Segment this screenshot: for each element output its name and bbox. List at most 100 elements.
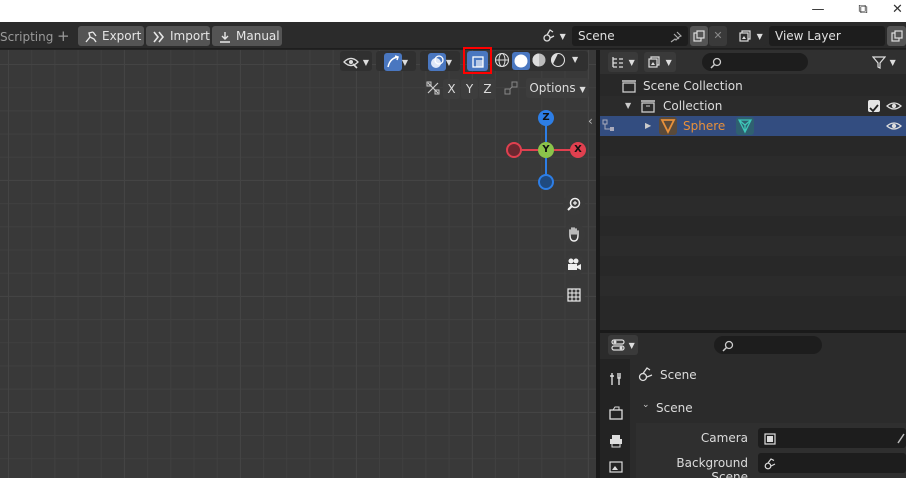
outliner-row-scene-collection[interactable]: Scene Collection bbox=[600, 76, 906, 96]
output-tab[interactable] bbox=[604, 429, 628, 453]
outliner-empty-row bbox=[600, 156, 906, 176]
eye-pointer-icon bbox=[343, 54, 363, 69]
restore-button[interactable]: ⧉ bbox=[848, 0, 878, 22]
outliner-row-collection[interactable]: ▼ Collection bbox=[600, 96, 906, 116]
xray-toggle-button[interactable] bbox=[467, 51, 488, 71]
chevron-down-icon: ▼ bbox=[579, 85, 586, 94]
view-layer-browse-button[interactable]: ▼ bbox=[735, 26, 767, 46]
pin-icon[interactable] bbox=[670, 26, 682, 46]
expand-down-icon[interactable]: ▼ bbox=[625, 96, 631, 116]
outliner-icon bbox=[611, 55, 629, 68]
rendered-shading-button[interactable] bbox=[550, 52, 568, 70]
filter-icon bbox=[872, 55, 890, 69]
chevron-down-icon: ▼ bbox=[889, 58, 896, 67]
render-tab[interactable] bbox=[604, 401, 628, 425]
minimize-button[interactable]: — bbox=[803, 0, 833, 22]
properties-editor-type-button[interactable]: ▼ bbox=[608, 335, 638, 355]
overlays-toggle-button[interactable]: ▼ bbox=[420, 51, 460, 71]
wrench-screwdriver-icon bbox=[609, 371, 623, 386]
outliner-header: ▼ ▼ ▼ bbox=[600, 50, 906, 74]
duplicate-icon bbox=[890, 29, 903, 42]
workspace-tab-scripting[interactable]: Scripting bbox=[0, 30, 53, 44]
render-layers-icon bbox=[739, 29, 757, 42]
mirror-x-toggle[interactable]: X bbox=[443, 79, 460, 99]
outliner-empty-row bbox=[600, 276, 906, 296]
3d-viewport[interactable]: ▼ ▼ ▼ ▼ X Y Z Options ▼ ‹ Z X Y bbox=[0, 47, 596, 478]
options-dropdown[interactable]: Options ▼ bbox=[526, 78, 589, 98]
new-scene-button[interactable] bbox=[690, 26, 708, 46]
new-view-layer-button[interactable] bbox=[887, 26, 906, 46]
eyedropper-icon[interactable] bbox=[896, 428, 906, 448]
outliner-search-input[interactable] bbox=[702, 53, 808, 71]
visibility-selectability-button[interactable]: ▼ bbox=[340, 51, 372, 71]
delete-scene-button[interactable]: ✕ bbox=[709, 26, 727, 46]
topology-mirror-icon[interactable] bbox=[503, 80, 519, 99]
background-scene-field[interactable] bbox=[758, 453, 906, 473]
add-workspace-button[interactable]: + bbox=[57, 27, 70, 45]
gizmo-y-ball[interactable]: Y bbox=[538, 142, 554, 158]
camera-data-icon bbox=[764, 431, 776, 445]
search-icon bbox=[710, 55, 722, 69]
gizmo-toggle-button[interactable]: ▼ bbox=[376, 51, 416, 71]
import-label: Import bbox=[170, 29, 210, 43]
material-shading-button[interactable] bbox=[531, 52, 549, 70]
gizmo-icon bbox=[383, 52, 402, 71]
pan-button[interactable] bbox=[563, 223, 585, 245]
view-layer-icon bbox=[648, 55, 666, 68]
manual-button[interactable]: Manual bbox=[212, 26, 282, 46]
camera-view-button[interactable] bbox=[563, 254, 585, 276]
chevron-down-icon: ▼ bbox=[665, 58, 672, 67]
expand-right-icon[interactable]: ▶ bbox=[645, 116, 651, 136]
scene-panel-header[interactable]: ⌄ Scene bbox=[636, 397, 906, 421]
solid-shading-button[interactable] bbox=[512, 52, 530, 70]
outliner-empty-row bbox=[600, 176, 906, 196]
close-button[interactable]: ✕ bbox=[892, 0, 906, 22]
chevron-down-icon: ▼ bbox=[559, 32, 566, 41]
scene-name-field[interactable]: Scene bbox=[572, 26, 688, 46]
camera-field[interactable] bbox=[758, 428, 906, 448]
properties-tab-bar bbox=[600, 359, 630, 478]
mirror-z-toggle[interactable]: Z bbox=[479, 79, 496, 99]
gizmo-neg-z-ball[interactable] bbox=[538, 174, 554, 190]
properties-icon bbox=[611, 338, 629, 351]
camera-label: Camera bbox=[700, 431, 748, 445]
scene-context-icon bbox=[638, 367, 654, 386]
chevron-down-icon: ▼ bbox=[362, 58, 369, 67]
filter-button[interactable]: ▼ bbox=[868, 52, 900, 72]
options-label: Options bbox=[529, 81, 576, 95]
gizmo-x-ball[interactable]: X bbox=[570, 142, 586, 158]
chevron-down-icon: ▼ bbox=[756, 32, 763, 41]
wireframe-shading-button[interactable] bbox=[494, 52, 512, 70]
import-icon bbox=[152, 26, 170, 46]
shading-options-chevron-icon[interactable]: ▼ bbox=[572, 55, 578, 64]
chevron-down-icon: ▼ bbox=[445, 58, 453, 67]
mirror-y-toggle[interactable]: Y bbox=[461, 79, 478, 99]
view-layer-name-field[interactable]: View Layer bbox=[769, 26, 885, 46]
gizmo-neg-x-ball[interactable] bbox=[506, 142, 522, 158]
export-button[interactable]: Export bbox=[78, 26, 144, 46]
exclude-checkbox[interactable] bbox=[868, 100, 880, 113]
outliner-empty-row bbox=[600, 296, 906, 316]
tool-tab[interactable] bbox=[604, 367, 628, 391]
chevron-down-icon: ▼ bbox=[628, 58, 635, 67]
xray-icon bbox=[471, 54, 485, 68]
chevron-down-icon: ▼ bbox=[401, 58, 409, 67]
gizmo-z-ball[interactable]: Z bbox=[538, 110, 554, 126]
mirror-icon[interactable] bbox=[425, 80, 441, 99]
import-button[interactable]: Import bbox=[146, 26, 210, 46]
outliner-empty-row bbox=[600, 136, 906, 156]
outliner-row-sphere[interactable]: ▶ Sphere bbox=[600, 116, 906, 136]
scene-icon bbox=[542, 29, 560, 42]
properties-search-input[interactable] bbox=[714, 336, 822, 354]
search-icon bbox=[722, 338, 734, 352]
editor-type-button[interactable]: ▼ bbox=[608, 52, 638, 72]
view-layer-name: View Layer bbox=[775, 29, 841, 43]
sidebar-expand-chevron-icon[interactable]: ‹ bbox=[588, 114, 593, 128]
grid-icon bbox=[566, 287, 582, 303]
zoom-button[interactable] bbox=[563, 193, 585, 215]
perspective-toggle-button[interactable] bbox=[563, 284, 585, 306]
display-mode-button[interactable]: ▼ bbox=[644, 52, 676, 72]
mesh-data-icon[interactable] bbox=[736, 117, 754, 135]
view-layer-tab[interactable] bbox=[604, 455, 628, 478]
scene-browse-button[interactable]: ▼ bbox=[538, 26, 570, 46]
